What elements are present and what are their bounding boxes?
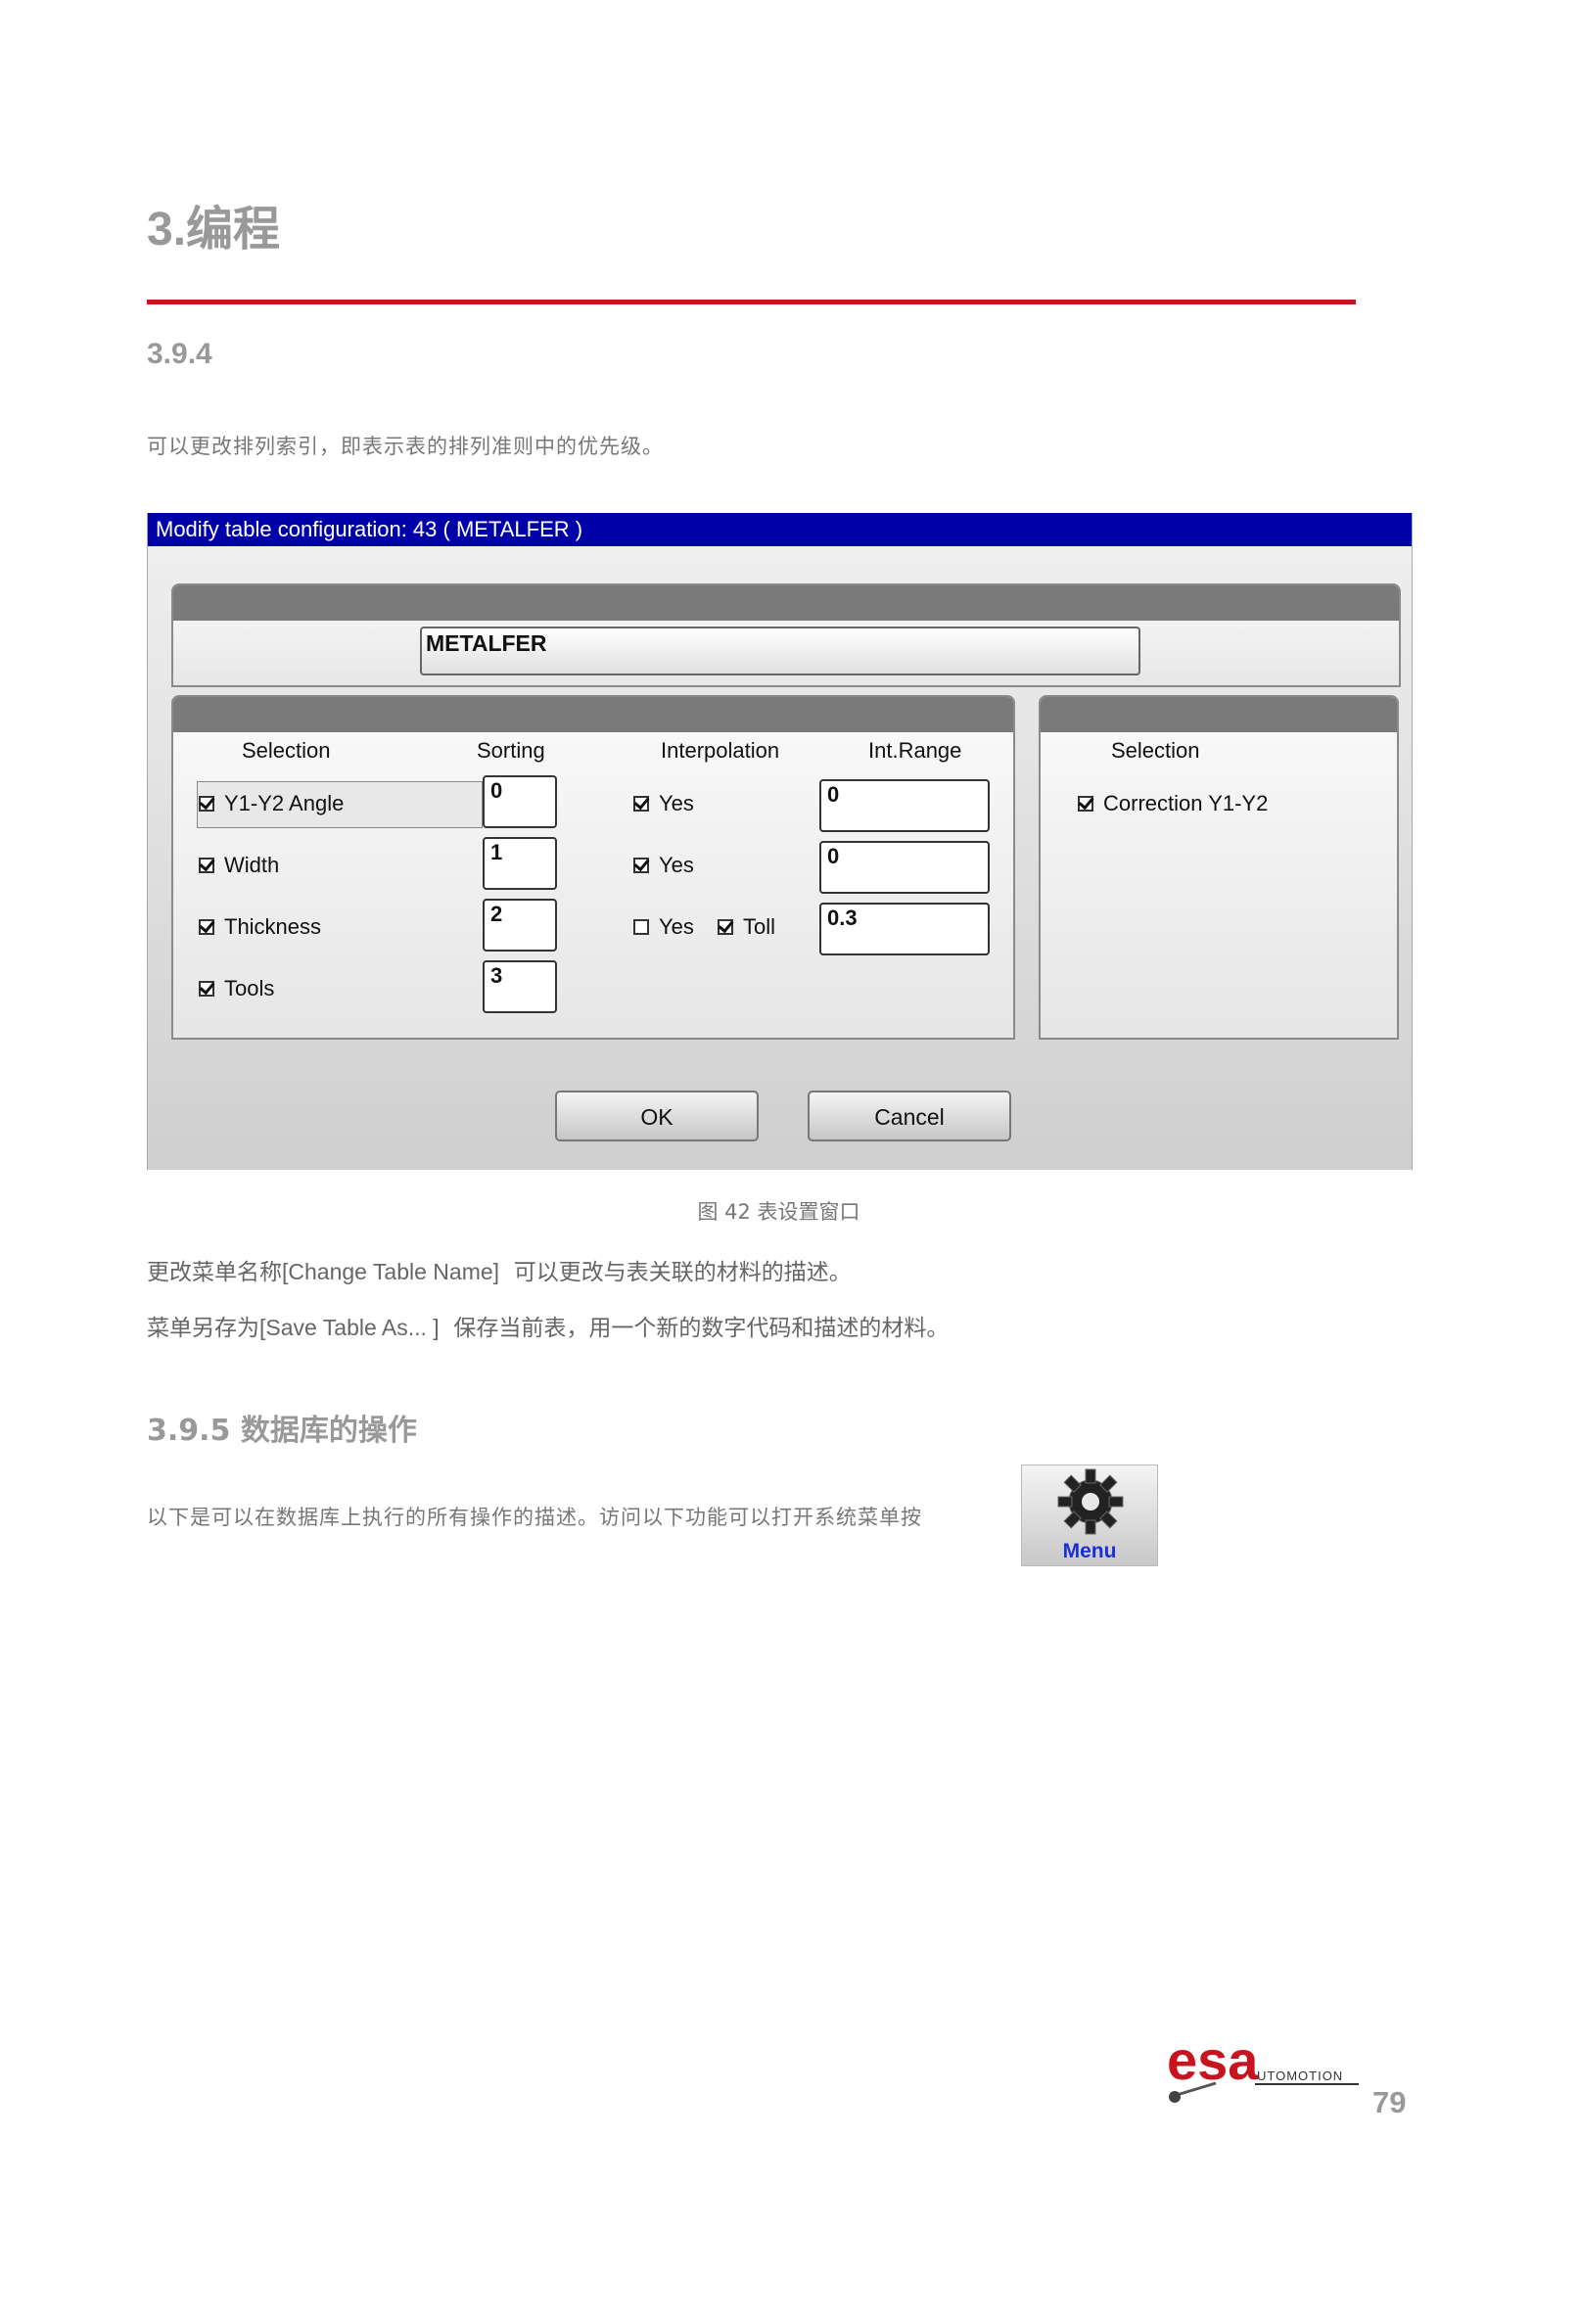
y1y2-angle-checkbox[interactable]: Y1-Y2 Angle [199,791,344,816]
checkbox-label: Thickness [224,914,322,939]
panel-header-bar [173,585,1399,621]
checkbox-label: Width [224,853,280,877]
checkbox-checked-icon [718,919,733,935]
interp-yes-checkbox-y1y2-angle[interactable]: Yes [633,791,694,816]
toll-checkbox-thickness[interactable]: Toll [718,914,775,940]
sorting-input-tools[interactable]: 3 [483,960,557,1013]
menu-button[interactable]: Menu [1021,1464,1158,1566]
figure-caption: 图 42 表设置窗口 [697,1200,860,1224]
section-intro: 可以更改排列索引，即表示表的排列准则中的优先级。 [147,435,664,458]
section-text: 以下是可以在数据库上执行的所有操作的描述。访问以下功能可以打开系统菜单按 [147,1506,922,1529]
checkbox-label: Y1-Y2 Angle [224,791,345,815]
range-input-y1y2-angle[interactable]: 0 [819,779,990,832]
width-checkbox[interactable]: Width [199,853,279,878]
interp-yes-checkbox-width[interactable]: Yes [633,853,694,878]
thickness-checkbox[interactable]: Thickness [199,914,321,940]
checkbox-label: Yes [659,791,694,815]
checkbox-checked-icon [633,796,649,812]
checkbox-checked-icon [199,981,214,997]
sorting-input-width[interactable]: 1 [483,837,557,890]
sorting-input-thickness[interactable]: 2 [483,899,557,952]
checkbox-unchecked-icon [633,919,649,935]
chapter-title: 3.编程 [147,204,281,256]
page-number: 79 [1372,2085,1407,2119]
esa-automotion-logo: esa UTOMOTION [1167,2029,1359,2103]
checkbox-label: Tools [224,976,275,1000]
right-selection-header: Selection [1111,738,1200,763]
logo-main-text: esa [1167,2029,1259,2091]
checkbox-checked-icon [199,858,214,873]
cancel-button[interactable]: Cancel [808,1091,1011,1141]
logo-sub-text: UTOMOTION [1257,2068,1343,2083]
checkbox-label: Yes [659,914,694,939]
gear-icon [1057,1468,1124,1535]
checkbox-label: Toll [743,914,776,939]
checkbox-checked-icon [199,796,214,812]
sorting-input-y1y2-angle[interactable]: 0 [483,775,557,828]
correction-panel: Selection Correction Y1-Y2 [1039,695,1399,1040]
checkbox-label: Correction Y1-Y2 [1103,791,1269,815]
menu-command: [Change Table Name] [282,1259,500,1284]
section-title: 3.9.5 数据库的操作 [147,1414,417,1448]
menu-name-prefix: 菜单另存为 [147,1316,259,1341]
checkbox-checked-icon [199,919,214,935]
chapter-rule [147,300,1356,304]
tools-checkbox[interactable]: Tools [199,976,274,1001]
interpolation-header: Interpolation [661,738,780,763]
selection-header: Selection [242,738,331,763]
correction-y1y2-checkbox[interactable]: Correction Y1-Y2 [1078,791,1268,816]
panel-header-bar [1041,697,1397,732]
range-input-width[interactable]: 0 [819,841,990,894]
criteria-panel: Selection Sorting Interpolation Int.Rang… [171,695,1015,1040]
change-table-name-paragraph: 更改菜单名称[Change Table Name] 可以更改与表关联的材料的描述… [147,1253,852,1286]
menu-command: [Save Table As... ] [259,1315,440,1340]
table-name-field[interactable]: METALFER [420,627,1140,675]
interp-yes-checkbox-thickness[interactable]: Yes [633,914,694,940]
dialog-titlebar: Modify table configuration: 43 ( METALFE… [148,513,1412,546]
int-range-header: Int.Range [868,738,962,763]
checkbox-checked-icon [633,858,649,873]
checkbox-checked-icon [1078,796,1093,812]
section-number: 3.9.4 [147,338,212,370]
modify-table-dialog: Modify table configuration: 43 ( METALFE… [147,513,1413,1170]
description-text: 保存当前表，用一个新的数字代码和描述的材料。 [453,1316,950,1341]
menu-label: Menu [1062,1540,1117,1562]
ok-button[interactable]: OK [555,1091,759,1141]
range-input-thickness[interactable]: 0.3 [819,903,990,955]
sorting-header: Sorting [477,738,545,763]
description-text: 可以更改与表关联的材料的描述。 [513,1260,852,1285]
checkbox-label: Yes [659,853,694,877]
panel-header-bar [173,697,1013,732]
menu-name-prefix: 更改菜单名称 [147,1260,282,1285]
name-panel: METALFER [171,583,1401,687]
save-table-as-paragraph: 菜单另存为[Save Table As... ] 保存当前表，用一个新的数字代码… [147,1309,949,1342]
